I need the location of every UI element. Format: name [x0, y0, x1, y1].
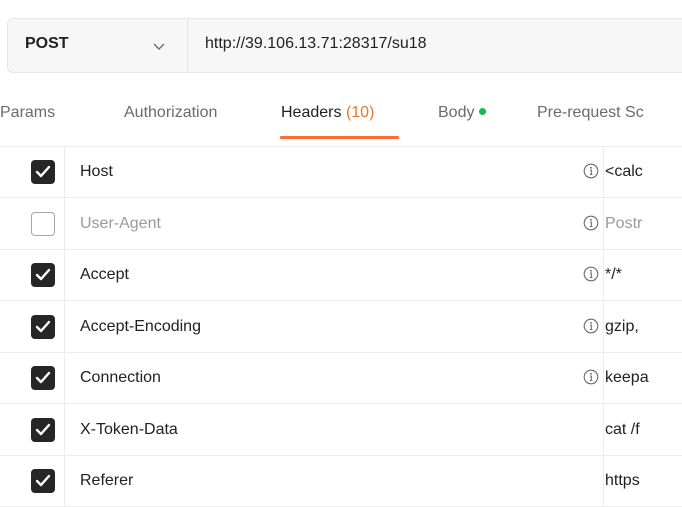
row-checkbox[interactable] [31, 263, 55, 287]
column-divider [603, 302, 604, 353]
method-label: POST [25, 35, 69, 52]
request-tabs: Params Authorization Headers (10) Body P… [0, 92, 682, 142]
header-value[interactable]: cat /f [605, 421, 682, 439]
header-value[interactable]: */* [605, 266, 682, 284]
header-value[interactable]: keepa [605, 369, 682, 387]
column-divider [603, 456, 604, 507]
table-row[interactable]: Accept */* [0, 250, 682, 301]
header-value[interactable]: gzip, [605, 318, 682, 336]
column-divider [603, 199, 604, 250]
column-divider [603, 250, 604, 301]
header-value[interactable]: Postr [605, 215, 682, 233]
header-key[interactable]: X-Token-Data [80, 421, 178, 439]
header-value[interactable]: <calc [605, 163, 682, 181]
checkmark-icon [35, 423, 51, 436]
table-row[interactable]: Referer https [0, 456, 682, 507]
column-divider [603, 405, 604, 456]
tab-label: Headers [281, 104, 342, 121]
header-key[interactable]: User-Agent [80, 215, 161, 233]
tab-headers[interactable]: Headers (10) [281, 104, 374, 122]
checkmark-icon [35, 165, 51, 178]
request-bar: POST http://39.106.13.71:28317/su18 [7, 18, 682, 73]
row-checkbox[interactable] [31, 366, 55, 390]
row-checkbox[interactable] [31, 315, 55, 339]
tab-body[interactable]: Body [438, 104, 487, 122]
url-input[interactable]: http://39.106.13.71:28317/su18 [205, 35, 427, 53]
header-key[interactable]: Accept [80, 266, 129, 284]
info-icon[interactable] [583, 163, 599, 179]
header-key[interactable]: Host [80, 163, 113, 181]
tab-authorization[interactable]: Authorization [124, 104, 217, 122]
info-icon[interactable] [583, 369, 599, 385]
checkmark-icon [35, 371, 51, 384]
table-row[interactable]: Host <calc [0, 147, 682, 198]
active-tab-indicator [280, 136, 399, 139]
tab-label: Params [0, 104, 56, 121]
tab-pre-request-script[interactable]: Pre-request Sc [537, 104, 644, 122]
table-row[interactable]: User-Agent Postr [0, 199, 682, 250]
header-key[interactable]: Connection [80, 369, 161, 387]
header-value[interactable]: https [605, 472, 682, 490]
chevron-down-icon [153, 43, 165, 50]
row-checkbox[interactable] [31, 469, 55, 493]
method-select[interactable]: POST [8, 19, 188, 72]
checkmark-icon [35, 474, 51, 487]
header-key[interactable]: Referer [80, 472, 133, 490]
row-checkbox[interactable] [31, 418, 55, 442]
tab-label: Authorization [124, 104, 218, 121]
body-status-dot [479, 108, 487, 115]
info-icon[interactable] [583, 318, 599, 334]
info-icon[interactable] [583, 266, 599, 282]
headers-table: Host <calc User-Agent Postr Accept */* Accept-… [0, 146, 682, 507]
row-checkbox[interactable] [31, 160, 55, 184]
table-row[interactable]: Connection keepa [0, 353, 682, 404]
column-divider [603, 353, 604, 404]
headers-count-badge: (10) [345, 104, 375, 121]
table-row[interactable]: X-Token-Data cat /f [0, 405, 682, 456]
tab-label: Body [438, 104, 475, 121]
tab-label: Pre-request Sc [537, 104, 644, 121]
tab-params[interactable]: Params [0, 104, 55, 122]
header-key[interactable]: Accept-Encoding [80, 318, 201, 336]
checkmark-icon [35, 320, 51, 333]
checkmark-icon [35, 268, 51, 281]
column-divider [603, 147, 604, 198]
table-row[interactable]: Accept-Encoding gzip, [0, 302, 682, 353]
row-checkbox[interactable] [31, 212, 55, 236]
info-icon[interactable] [583, 215, 599, 231]
